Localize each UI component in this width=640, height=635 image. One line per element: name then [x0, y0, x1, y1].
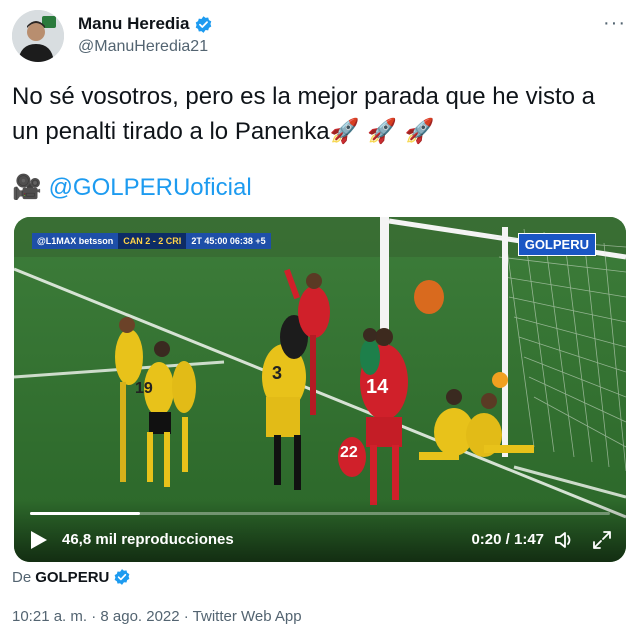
video-player[interactable]: 19 3 14 22 @L1MAX betsson CAN 2 - 2 CRI …	[14, 217, 626, 562]
play-icon[interactable]	[30, 530, 48, 550]
jersey-number-3: 3	[272, 363, 282, 383]
fullscreen-icon[interactable]	[592, 530, 612, 550]
progress-bar[interactable]	[30, 512, 610, 515]
jersey-number-22: 22	[340, 444, 358, 461]
video-controls: 46,8 mil reproducciones 0:20 / 1:47	[14, 500, 626, 562]
more-options-icon[interactable]: ···	[603, 13, 626, 33]
scoreboard-league: @L1MAX betsson	[32, 233, 119, 249]
tweet-text: No sé vosotros, pero es la mejor parada …	[12, 80, 628, 149]
tweet-header: Manu Heredia @ManuHeredia21 ···	[12, 10, 628, 66]
jersey-number-14: 14	[366, 376, 389, 398]
broadcaster-watermark: GOLPERU	[517, 233, 596, 256]
movie-camera-icon: 🎥	[12, 173, 42, 201]
tweet-body: No sé vosotros, pero es la mejor parada …	[12, 83, 595, 145]
avatar[interactable]	[12, 10, 64, 62]
jersey-number-19: 19	[135, 380, 153, 397]
scoreboard: @L1MAX betsson CAN 2 - 2 CRI 2T 45:00 06…	[32, 233, 271, 249]
verified-badge-icon	[115, 569, 130, 585]
playback-time: 0:20 / 1:47	[471, 531, 544, 548]
view-count: 46,8 mil reproducciones	[62, 531, 234, 548]
author-handle[interactable]: @ManuHeredia21	[78, 38, 213, 56]
author-block: Manu Heredia @ManuHeredia21	[78, 14, 213, 56]
scoreboard-score: CAN 2 - 2 CRI	[118, 233, 187, 249]
mention-line: 🎥 @GOLPERUoficial	[12, 170, 252, 205]
progress-fill	[30, 512, 141, 515]
scoreboard-clock: 2T 45:00 06:38 +5	[186, 233, 271, 249]
author-name[interactable]: Manu Heredia	[78, 14, 189, 34]
source-name[interactable]: GOLPERU	[35, 569, 109, 586]
video-source: De GOLPERU	[12, 568, 131, 586]
source-prefix: De	[12, 568, 32, 586]
volume-icon[interactable]	[554, 530, 576, 550]
tweet-timestamp[interactable]: 10:21 a. m. · 8 ago. 2022 · Twitter Web …	[12, 608, 302, 625]
mention-link[interactable]: @GOLPERUoficial	[49, 174, 252, 201]
verified-badge-icon	[196, 15, 212, 33]
rocket-emoji: 🚀 🚀 🚀	[329, 117, 435, 145]
